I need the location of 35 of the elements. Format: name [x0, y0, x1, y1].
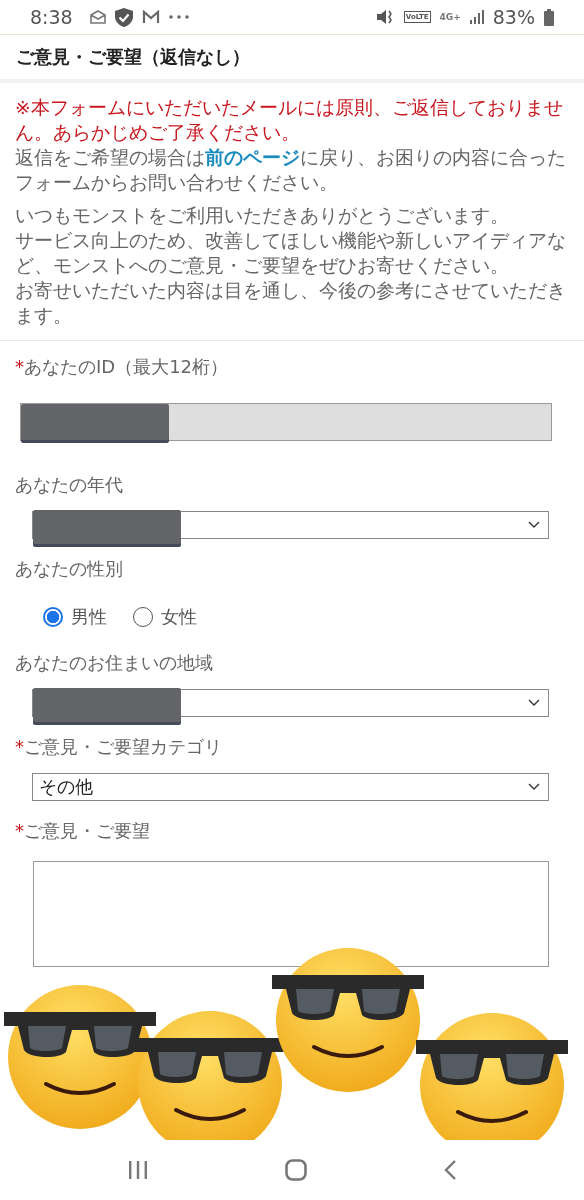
- back-icon[interactable]: [443, 1160, 456, 1180]
- radio-button[interactable]: [43, 607, 63, 627]
- mute-vibrate-icon: [376, 9, 395, 25]
- intro-text: お寄せいただいた内容は目を通し、今後の参考にさせていただきます。: [15, 279, 567, 328]
- mail-m-icon: [141, 10, 160, 24]
- no-reply-notice: ※本フォームにいただいたメールには原則、ご返信しておりません。あらかじめご了承ください。: [15, 96, 564, 145]
- radio-label: 男性: [71, 605, 107, 629]
- radio-label: 女性: [161, 605, 197, 629]
- chevron-down-icon: [528, 783, 540, 791]
- page-title: ご意見・ご要望（返信なし）: [16, 45, 250, 69]
- message-text-area[interactable]: [33, 861, 549, 967]
- field-label: あなたの年代: [15, 473, 124, 497]
- shield-check-icon: [114, 7, 133, 27]
- battery-icon: [544, 8, 554, 26]
- battery-percent: 83%: [492, 6, 535, 28]
- field-label: *あなたのID（最大12桁）: [15, 355, 230, 379]
- more-icon: [168, 15, 189, 19]
- field-label: あなたの性別: [15, 557, 124, 581]
- dropdown-select[interactable]: その他: [32, 773, 549, 801]
- intro-text: サービス向上のため、改善してほしい機能や新しいアイディアなど、モンストへのご意見・ご要望をぜひお寄せください。: [15, 229, 567, 278]
- field-label: あなたのお住まいの地域: [15, 651, 214, 675]
- network-type: 4G+: [439, 12, 461, 22]
- chevron-down-icon: [528, 699, 540, 707]
- field-label: *ご意見・ご要望: [15, 819, 151, 843]
- radio-button[interactable]: [133, 607, 153, 627]
- previous-page-link[interactable]: 前のページ: [205, 147, 300, 168]
- home-icon[interactable]: [285, 1159, 307, 1181]
- intro-text: いつもモンストをご利用いただきありがとうございます。: [15, 204, 510, 228]
- mail-icon: [89, 10, 106, 24]
- recent-apps-icon[interactable]: [128, 1161, 149, 1179]
- chevron-down-icon: [528, 521, 540, 529]
- signal-icon: [469, 10, 484, 24]
- clock-time: 8:38: [30, 6, 73, 28]
- field-label: *ご意見・ご要望カテゴリ: [15, 735, 223, 759]
- reply-info-text: 返信をご希望の場合は前のページに戻り、お困りの内容に合ったフォームからお問い合わせください。: [15, 146, 567, 195]
